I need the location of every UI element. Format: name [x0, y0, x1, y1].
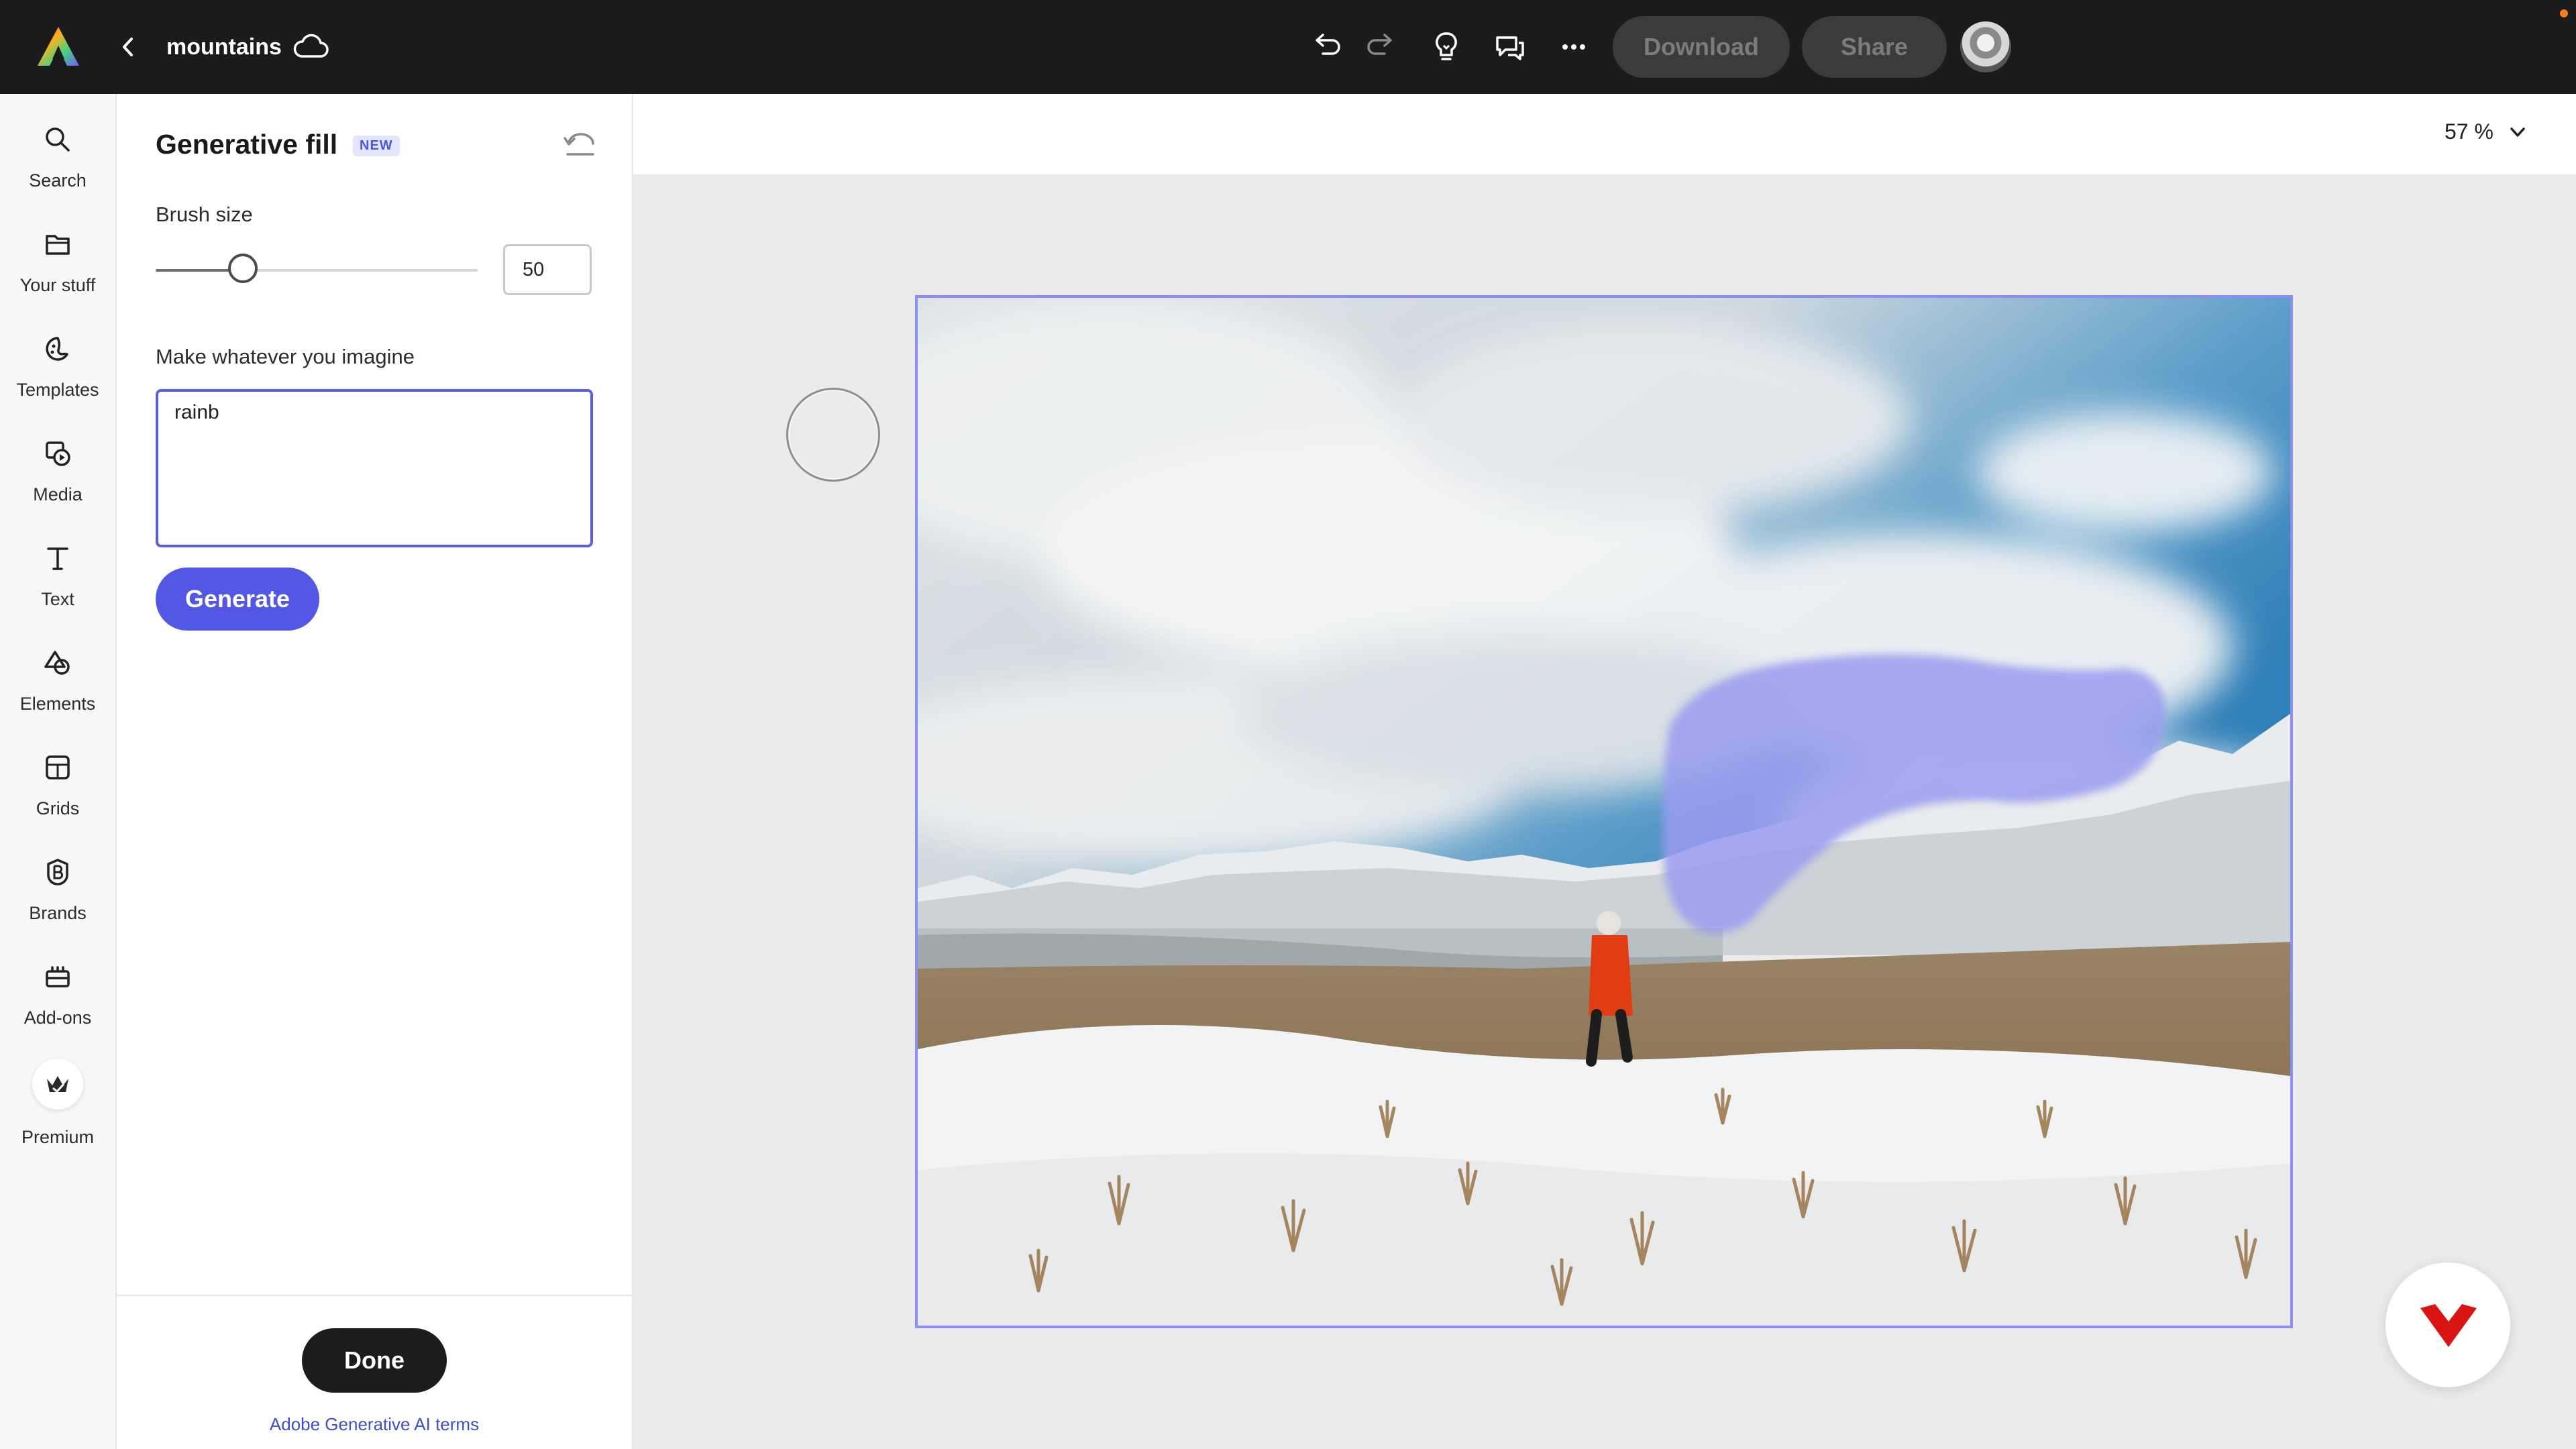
rail-label: Search — [29, 170, 87, 191]
lightbulb-icon[interactable] — [1428, 28, 1465, 66]
canvas-image[interactable] — [915, 295, 2293, 1328]
rail-item-brands[interactable]: Brands — [0, 844, 115, 938]
brush-size-slider-thumb[interactable] — [227, 254, 258, 283]
more-icon[interactable] — [1555, 28, 1593, 66]
zoom-level[interactable]: 57 % — [2445, 119, 2493, 144]
prompt-label: Make whatever you imagine — [156, 345, 415, 368]
rail-item-templates[interactable]: Templates — [0, 321, 115, 415]
chevron-down-icon[interactable] — [2508, 122, 2528, 142]
generative-ai-terms-link[interactable]: Adobe Generative AI terms — [117, 1414, 632, 1435]
rail-item-search[interactable]: Search — [0, 111, 115, 205]
undo-icon[interactable] — [1308, 28, 1346, 66]
rail-label: Premium — [21, 1127, 94, 1147]
folder-icon — [46, 235, 70, 255]
rail-item-your-stuff[interactable]: Your stuff — [0, 216, 115, 310]
notification-dot — [2560, 9, 2568, 17]
premium-crown-icon — [47, 1076, 68, 1093]
cloud-icon[interactable] — [292, 31, 330, 62]
rail-label: Templates — [16, 380, 99, 400]
generative-fill-panel: Generative fill NEW Brush size Make what… — [117, 94, 633, 1449]
rail-label: Add-ons — [23, 1008, 92, 1028]
left-rail: Search Your stuff Templates Media Text E… — [0, 94, 117, 1449]
back-chevron-icon[interactable] — [115, 30, 142, 64]
media-icon — [46, 441, 70, 466]
rail-label: Grids — [36, 798, 80, 818]
brush-size-field[interactable] — [503, 244, 592, 295]
redo-icon[interactable] — [1362, 28, 1399, 66]
help-assistant-button[interactable] — [2385, 1263, 2510, 1387]
templates-icon — [46, 337, 68, 361]
add-ons-icon — [46, 966, 70, 987]
rail-label: Elements — [19, 694, 96, 714]
done-button[interactable]: Done — [302, 1328, 447, 1393]
new-badge: NEW — [353, 136, 400, 156]
elements-icon — [44, 651, 70, 675]
grids-icon — [46, 755, 70, 780]
generate-button[interactable]: Generate — [156, 568, 319, 631]
canvas-toolbar — [633, 94, 2576, 174]
rail-label: Text — [41, 589, 74, 609]
rail-item-text[interactable]: Text — [0, 530, 115, 624]
panel-divider — [117, 1295, 632, 1296]
search-icon — [46, 127, 70, 152]
comments-icon[interactable] — [1491, 28, 1528, 66]
rail-item-premium[interactable]: Premium — [0, 1053, 115, 1163]
rail-label: Media — [33, 484, 83, 504]
download-button[interactable]: Download — [1613, 16, 1790, 78]
brands-icon — [47, 859, 68, 885]
top-bar: mountains Download Share — [0, 0, 2576, 94]
reset-icon[interactable] — [562, 129, 598, 161]
rail-item-media[interactable]: Media — [0, 425, 115, 519]
mountain-landscape-image — [918, 298, 2290, 1326]
assistant-heart-icon — [2420, 1304, 2477, 1347]
rail-item-elements[interactable]: Elements — [0, 635, 115, 729]
document-name[interactable]: mountains — [166, 30, 282, 64]
adobe-express-logo-icon[interactable] — [36, 25, 80, 67]
brush-cursor — [786, 388, 880, 482]
panel-title: Generative fill — [156, 129, 338, 160]
rail-item-add-ons[interactable]: Add-ons — [0, 949, 115, 1042]
prompt-input[interactable]: rainb — [156, 389, 593, 547]
avatar[interactable] — [1960, 21, 2011, 72]
share-button[interactable]: Share — [1802, 16, 1947, 78]
rail-label: Brands — [29, 903, 87, 923]
rail-item-grids[interactable]: Grids — [0, 739, 115, 833]
brush-size-label: Brush size — [156, 203, 253, 226]
text-icon — [47, 547, 68, 570]
rail-label: Your stuff — [19, 275, 96, 295]
